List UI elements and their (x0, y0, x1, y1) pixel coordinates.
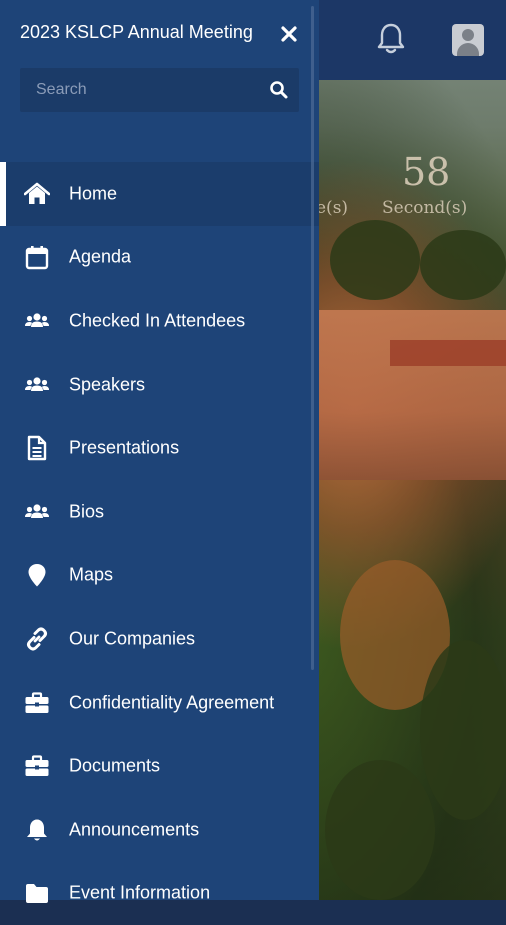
home-icon (24, 182, 50, 204)
menu-label: Announcements (69, 819, 200, 840)
background-building (318, 310, 506, 480)
calendar-icon (25, 246, 49, 270)
menu-label: Maps (69, 564, 114, 585)
countdown-minutes-label: e(s) (316, 198, 349, 218)
document-icon (27, 435, 47, 461)
menu-label: Event Information (69, 882, 211, 903)
link-icon (27, 627, 47, 651)
briefcase-icon (25, 691, 49, 713)
menu-item-confidentiality-agreement[interactable]: Confidentiality Agreement (0, 671, 319, 735)
menu-label: Agenda (69, 246, 132, 267)
folder-icon (26, 884, 48, 904)
menu-item-checked-in-attendees[interactable]: Checked In Attendees (0, 289, 319, 353)
menu-label: Our Companies (69, 628, 196, 649)
menu-item-presentations[interactable]: Presentations (0, 416, 319, 480)
menu-item-event-information[interactable]: Event Information (0, 862, 319, 925)
close-icon[interactable] (279, 24, 299, 44)
menu-label: Speakers (69, 374, 146, 395)
users-icon (25, 313, 49, 327)
scenery-tree (420, 230, 506, 300)
menu-item-speakers[interactable]: Speakers (0, 353, 319, 417)
drawer-header: 2023 KSLCP Annual Meeting (0, 0, 319, 66)
countdown-seconds-label: Second(s) (382, 198, 468, 218)
menu-item-announcements[interactable]: Announcements (0, 798, 319, 862)
menu-label: Bios (69, 501, 105, 522)
menu-item-bios[interactable]: Bios (0, 480, 319, 544)
scenery-tree (420, 640, 506, 820)
menu-item-maps[interactable]: Maps (0, 544, 319, 608)
menu-item-agenda[interactable]: Agenda (0, 226, 319, 290)
scenery-tree (330, 220, 420, 300)
background-roof (390, 340, 506, 366)
map-pin-icon (28, 564, 46, 587)
briefcase-icon (25, 755, 49, 777)
search-icon[interactable] (269, 80, 289, 100)
menu-label: Home (69, 183, 118, 204)
menu-label: Presentations (69, 437, 180, 458)
menu-label: Confidentiality Agreement (69, 692, 275, 713)
notifications-bell-icon[interactable] (376, 22, 406, 56)
menu-item-our-companies[interactable]: Our Companies (0, 607, 319, 671)
menu-label: Checked In Attendees (69, 310, 246, 331)
countdown-seconds-value: 58 (402, 150, 451, 194)
user-avatar[interactable] (452, 24, 484, 56)
menu-item-home[interactable]: Home (0, 162, 319, 226)
drawer-title: 2023 KSLCP Annual Meeting (20, 22, 253, 42)
users-icon (25, 376, 49, 391)
drawer-scrollbar[interactable] (311, 6, 314, 670)
menu-label: Documents (69, 755, 161, 776)
users-icon (25, 504, 49, 518)
navigation-drawer: 2023 KSLCP Annual Meeting Home (0, 0, 319, 904)
bell-icon (27, 819, 47, 841)
search-input[interactable] (20, 68, 260, 112)
scenery-tree (325, 760, 435, 900)
search-box (20, 68, 299, 112)
menu-item-documents[interactable]: Documents (0, 734, 319, 798)
drawer-menu: Home Agenda Checked In Attendees Speaker… (0, 162, 319, 925)
